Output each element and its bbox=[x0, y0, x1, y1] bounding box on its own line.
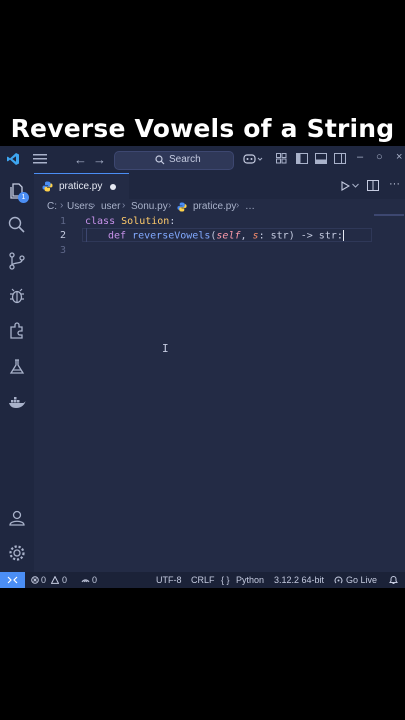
testing-flask-icon[interactable] bbox=[7, 357, 27, 377]
punctuation: : bbox=[169, 216, 176, 227]
self-param: self bbox=[216, 230, 241, 242]
layout-grid-icon[interactable] bbox=[276, 153, 287, 164]
text-cursor bbox=[342, 230, 344, 241]
python-interpreter[interactable]: 3.12.2 64-bit bbox=[274, 575, 324, 585]
back-arrow-icon[interactable]: ← bbox=[74, 152, 87, 167]
punctuation: , bbox=[240, 230, 253, 242]
encoding[interactable]: UTF-8 bbox=[156, 575, 182, 585]
end-of-line[interactable]: CRLF bbox=[191, 575, 215, 585]
minimize-icon[interactable]: – bbox=[357, 151, 363, 163]
split-editor-icon[interactable] bbox=[367, 180, 379, 191]
chevron-right-icon: › bbox=[60, 200, 64, 211]
breadcrumb-item[interactable]: … bbox=[245, 201, 255, 212]
mouse-ibeam-cursor: I bbox=[162, 342, 169, 355]
run-file-icon[interactable] bbox=[340, 181, 350, 191]
code-editor[interactable]: 1 2 3 class Solution: def reverseVowels(… bbox=[34, 214, 405, 572]
language-mode[interactable]: Python bbox=[236, 575, 264, 585]
code-line-1[interactable]: class Solution: bbox=[85, 216, 175, 227]
chevron-right-icon: › bbox=[92, 200, 96, 211]
function-name: reverseVowels bbox=[132, 230, 211, 242]
video-caption: Reverse Vowels of a String bbox=[10, 114, 395, 143]
remote-icon bbox=[7, 576, 18, 584]
minimap[interactable] bbox=[374, 214, 404, 216]
search-label: Search bbox=[169, 154, 201, 165]
language-braces-icon: { } bbox=[221, 575, 230, 585]
tab-pratice-py[interactable]: pratice.py bbox=[34, 173, 129, 199]
run-debug-icon[interactable] bbox=[7, 286, 27, 306]
type-annotation: str bbox=[270, 230, 289, 242]
activity-bar: 1 bbox=[0, 173, 34, 572]
close-icon[interactable]: × bbox=[396, 151, 402, 163]
chevron-right-icon: › bbox=[122, 200, 126, 211]
vscode-window: ← → Search – ○ × 1 pratice.py ··· C: › U… bbox=[0, 146, 405, 588]
search-icon bbox=[155, 155, 165, 165]
more-actions-icon[interactable]: ··· bbox=[389, 178, 400, 190]
copilot-icon[interactable] bbox=[243, 153, 265, 165]
toggle-secondary-sidebar-icon[interactable] bbox=[334, 153, 346, 164]
python-file-icon bbox=[177, 202, 187, 212]
breadcrumb-item[interactable]: Users bbox=[67, 201, 93, 212]
source-control-icon[interactable] bbox=[7, 251, 27, 271]
return-arrow: ) -> bbox=[288, 230, 319, 242]
go-live-icon bbox=[334, 576, 343, 584]
error-count[interactable]: 0 bbox=[41, 575, 46, 585]
command-search-box[interactable]: Search bbox=[114, 151, 234, 170]
run-options-chevron-icon[interactable] bbox=[352, 183, 359, 189]
docker-icon[interactable] bbox=[7, 393, 27, 413]
warning-count[interactable]: 0 bbox=[62, 575, 67, 585]
code-line-2[interactable]: def reverseVowels(self, s: str) -> str: bbox=[108, 230, 344, 242]
account-icon[interactable] bbox=[7, 508, 27, 528]
extensions-icon[interactable] bbox=[7, 321, 27, 341]
breadcrumb-item[interactable]: C: bbox=[47, 201, 57, 212]
search-icon[interactable] bbox=[7, 215, 27, 235]
vscode-logo-icon bbox=[7, 153, 19, 165]
breadcrumb-item[interactable]: Sonu.py bbox=[131, 201, 168, 212]
punctuation: : bbox=[258, 230, 271, 242]
tab-label: pratice.py bbox=[59, 181, 103, 192]
toggle-panel-icon[interactable] bbox=[315, 153, 327, 164]
settings-gear-icon[interactable] bbox=[7, 543, 27, 563]
return-type: str bbox=[318, 230, 337, 242]
breadcrumb-item[interactable]: pratice.py bbox=[193, 201, 236, 212]
explorer-badge: 1 bbox=[18, 192, 29, 203]
class-name: Solution bbox=[121, 216, 170, 227]
unsaved-dot-icon[interactable] bbox=[110, 184, 116, 190]
chevron-right-icon: › bbox=[168, 200, 172, 211]
title-bar: ← → Search – ○ × bbox=[0, 146, 405, 173]
toggle-sidebar-icon[interactable] bbox=[296, 153, 308, 164]
warning-icon[interactable] bbox=[51, 576, 59, 584]
error-icon[interactable] bbox=[31, 576, 39, 584]
ports-count[interactable]: 0 bbox=[92, 575, 97, 585]
breadcrumb-item[interactable]: user bbox=[101, 201, 120, 212]
line-number: 1 bbox=[60, 216, 67, 227]
remote-window-button[interactable] bbox=[0, 572, 25, 588]
notifications-bell-icon[interactable] bbox=[389, 575, 398, 585]
forward-arrow-icon[interactable]: → bbox=[93, 152, 106, 167]
keyword: def bbox=[108, 230, 127, 242]
go-live-button[interactable]: Go Live bbox=[346, 575, 377, 585]
editor-tab-bar: pratice.py ··· bbox=[34, 173, 405, 199]
maximize-icon[interactable]: ○ bbox=[376, 151, 383, 163]
chevron-right-icon: › bbox=[236, 200, 240, 211]
ports-icon[interactable] bbox=[81, 576, 90, 584]
hamburger-menu-icon[interactable] bbox=[33, 154, 47, 164]
line-number: 3 bbox=[60, 245, 67, 256]
indent-guide bbox=[86, 228, 87, 242]
status-bar: 0 0 0 UTF-8 CRLF { } Python 3.12.2 64-bi… bbox=[0, 572, 405, 588]
keyword: class bbox=[85, 216, 116, 227]
python-file-icon bbox=[42, 181, 53, 192]
line-number: 2 bbox=[60, 230, 67, 241]
